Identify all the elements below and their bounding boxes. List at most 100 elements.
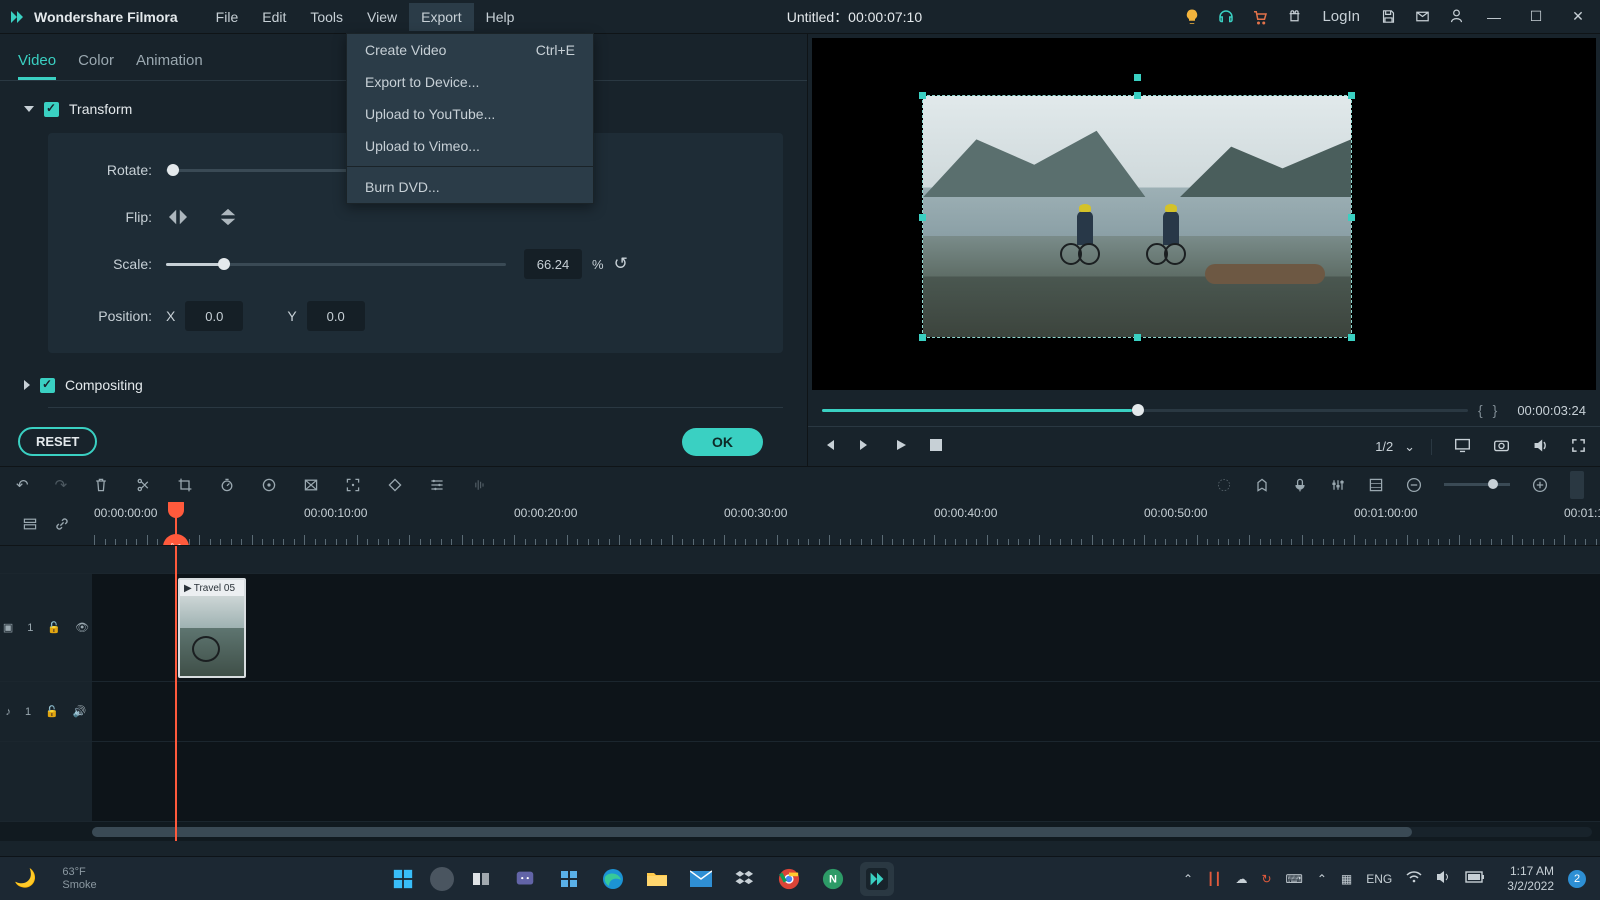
close-button[interactable]: ✕: [1564, 8, 1592, 25]
zoom-out-icon[interactable]: [1406, 477, 1422, 493]
scale-value[interactable]: 66.24: [524, 249, 582, 279]
export-burn-dvd[interactable]: Burn DVD...: [347, 171, 593, 203]
preview-scrubber[interactable]: [822, 409, 1468, 412]
keyboard-icon[interactable]: ⌨: [1286, 872, 1303, 886]
fullscreen-icon[interactable]: [1571, 438, 1586, 456]
mute-icon[interactable]: 🔊: [73, 705, 87, 718]
transform-checkbox[interactable]: [44, 102, 59, 117]
scrollbar-thumb[interactable]: [92, 827, 1412, 837]
crop-icon[interactable]: [177, 477, 193, 493]
task-view-icon[interactable]: [464, 862, 498, 896]
speed-icon[interactable]: [219, 477, 235, 493]
adjust-icon[interactable]: [429, 477, 445, 493]
language-indicator[interactable]: ENG: [1366, 872, 1392, 886]
visibility-icon[interactable]: 👁: [75, 621, 89, 634]
resize-handle-n[interactable]: [1134, 92, 1141, 99]
onedrive-icon[interactable]: ☁: [1235, 872, 1247, 886]
menu-export[interactable]: Export: [409, 3, 473, 31]
mail-icon[interactable]: [684, 862, 718, 896]
keyframe-center-icon[interactable]: [345, 477, 361, 493]
reset-button[interactable]: RESET: [18, 427, 97, 456]
export-to-device[interactable]: Export to Device...: [347, 66, 593, 98]
keyframe-icon[interactable]: [387, 477, 403, 493]
timeline-zoom-slider[interactable]: [1444, 483, 1510, 486]
export-create-video[interactable]: Create Video Ctrl+E: [347, 34, 593, 66]
auto-ripple-toggle[interactable]: [1570, 471, 1584, 499]
tab-animation[interactable]: Animation: [136, 44, 203, 80]
tray-more-icon[interactable]: ⌃: [1317, 872, 1327, 886]
tips-icon[interactable]: [1182, 7, 1202, 27]
scale-reset-icon[interactable]: ↺: [614, 254, 628, 274]
split-icon[interactable]: [135, 477, 151, 493]
record-vo-icon[interactable]: [1292, 477, 1308, 493]
chrome-icon[interactable]: [772, 862, 806, 896]
resize-handle-ne[interactable]: [1348, 92, 1355, 99]
scale-slider[interactable]: [166, 263, 506, 266]
rotate-handle[interactable]: [1134, 74, 1141, 81]
zoom-in-icon[interactable]: [1532, 477, 1548, 493]
flip-vertical-icon[interactable]: [216, 207, 240, 227]
display-icon[interactable]: [1454, 437, 1471, 457]
tab-video[interactable]: Video: [18, 44, 56, 80]
search-icon[interactable]: [430, 867, 454, 891]
dropbox-icon[interactable]: [728, 862, 762, 896]
start-button[interactable]: [386, 862, 420, 896]
menu-tools[interactable]: Tools: [298, 3, 355, 31]
green-screen-icon[interactable]: [303, 477, 319, 493]
gift-icon[interactable]: [1284, 7, 1304, 27]
tray-update-icon[interactable]: ↻: [1261, 872, 1271, 886]
stop-icon[interactable]: [930, 439, 942, 454]
menu-file[interactable]: File: [204, 3, 251, 31]
tray-chevron-icon[interactable]: ⌃: [1183, 872, 1193, 886]
weather-icon[interactable]: 🌙: [14, 868, 36, 889]
video-track-body[interactable]: ▶ Travel 05: [92, 574, 1600, 681]
export-youtube[interactable]: Upload to YouTube...: [347, 98, 593, 130]
resize-handle-w[interactable]: [919, 214, 926, 221]
compositing-header[interactable]: Compositing: [24, 367, 783, 403]
support-icon[interactable]: [1216, 7, 1236, 27]
sound-icon[interactable]: [1436, 870, 1451, 887]
menu-view[interactable]: View: [355, 3, 409, 31]
mark-in-icon[interactable]: {: [1478, 402, 1483, 418]
resize-handle-s[interactable]: [1134, 334, 1141, 341]
volume-icon[interactable]: [1532, 437, 1549, 457]
explorer-icon[interactable]: [640, 862, 674, 896]
menu-help[interactable]: Help: [474, 3, 527, 31]
playhead[interactable]: ✂: [175, 502, 177, 545]
battery-icon[interactable]: [1465, 871, 1485, 886]
export-vimeo[interactable]: Upload to Vimeo...: [347, 130, 593, 162]
prev-frame-icon[interactable]: [822, 438, 836, 455]
track-manage-icon[interactable]: [1368, 477, 1384, 493]
play-icon[interactable]: [894, 438, 908, 455]
audio-track-body[interactable]: [92, 682, 1600, 741]
filmora-taskbar-icon[interactable]: [860, 862, 894, 896]
link-icon[interactable]: [54, 516, 70, 532]
edge-icon[interactable]: [596, 862, 630, 896]
wifi-icon[interactable]: [1406, 870, 1422, 887]
cart-icon[interactable]: [1250, 7, 1270, 27]
collapse-tracks-icon[interactable]: [22, 516, 38, 532]
app-c-icon[interactable]: N: [816, 862, 850, 896]
video-clip[interactable]: ▶ Travel 05: [178, 578, 246, 678]
timeline-scrollbar[interactable]: [92, 827, 1592, 837]
delete-icon[interactable]: [93, 477, 109, 493]
minimize-button[interactable]: —: [1480, 9, 1508, 25]
flip-horizontal-icon[interactable]: [166, 207, 190, 227]
widgets-icon[interactable]: [552, 862, 586, 896]
timeline-ruler[interactable]: ✂ 00:00:00:00 00:00:10:00 00:00:20:00 00…: [92, 502, 1600, 545]
message-icon[interactable]: [1412, 7, 1432, 27]
mark-out-icon[interactable]: }: [1493, 402, 1498, 418]
redo-icon[interactable]: ↷: [55, 476, 68, 494]
audio-wave-icon[interactable]: [471, 477, 487, 493]
snapshot-icon[interactable]: [1493, 437, 1510, 457]
lock-icon[interactable]: 🔓: [45, 705, 59, 718]
render-icon[interactable]: [1216, 477, 1232, 493]
resize-handle-se[interactable]: [1348, 334, 1355, 341]
ok-button[interactable]: OK: [682, 428, 763, 456]
mixer-icon[interactable]: [1330, 477, 1346, 493]
chat-icon[interactable]: [508, 862, 542, 896]
marker-icon[interactable]: [1254, 477, 1270, 493]
resize-handle-nw[interactable]: [919, 92, 926, 99]
resize-handle-sw[interactable]: [919, 334, 926, 341]
notification-badge[interactable]: 2: [1568, 870, 1586, 888]
